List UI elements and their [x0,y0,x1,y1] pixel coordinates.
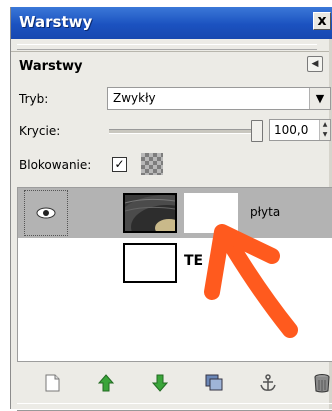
annotation-arrow-icon [204,224,298,338]
